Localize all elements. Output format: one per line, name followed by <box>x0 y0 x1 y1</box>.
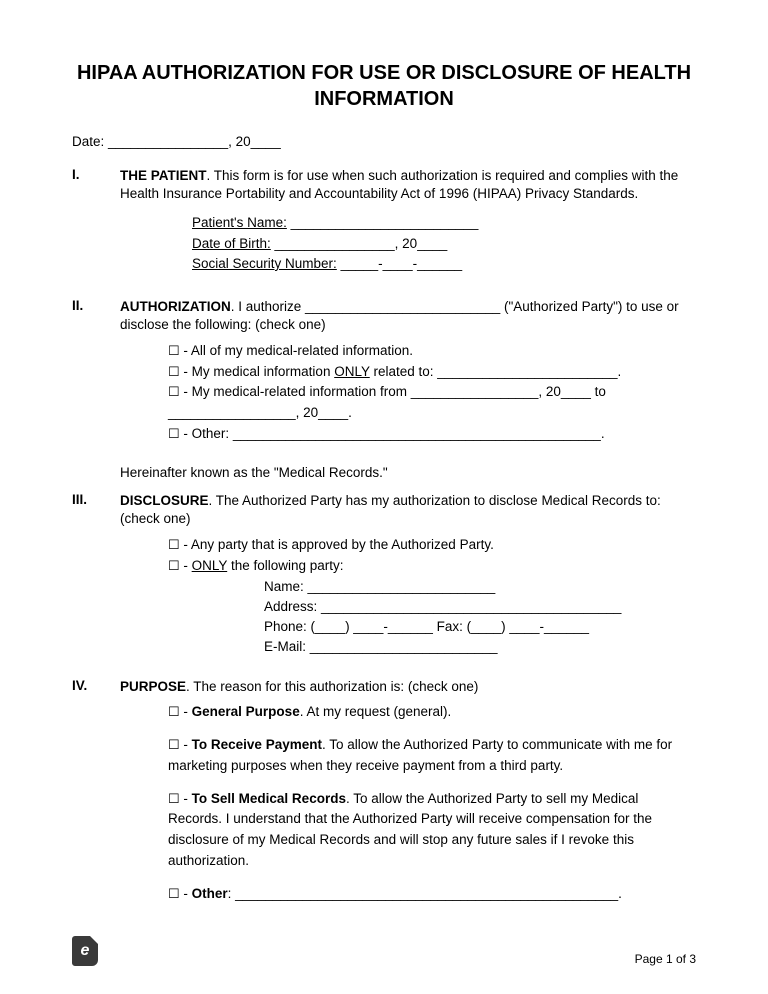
checkbox-icon[interactable]: ☐ <box>168 424 180 444</box>
document-page: HIPAA AUTHORIZATION FOR USE OR DISCLOSUR… <box>0 0 768 994</box>
party-address-field[interactable]: Address: _______________________________… <box>264 597 696 617</box>
checkbox-icon[interactable]: ☐ <box>168 535 180 555</box>
party-fields: Name: _________________________ Address:… <box>264 577 696 658</box>
section-patient: I. THE PATIENT. This form is for use whe… <box>72 167 696 284</box>
party-phone-field[interactable]: Phone: (____) ____-______ Fax: (____) __… <box>264 617 696 637</box>
disc-opt-1: - Any party that is approved by the Auth… <box>180 537 494 552</box>
purpose-4-head: Other <box>192 886 228 901</box>
section-2-head: AUTHORIZATION <box>120 299 231 314</box>
disclosure-options: ☐ - Any party that is approved by the Au… <box>168 535 696 658</box>
auth-opt-4[interactable]: - Other: _______________________________… <box>180 426 605 441</box>
purpose-4-text[interactable]: : ______________________________________… <box>228 886 622 901</box>
section-1-body: THE PATIENT. This form is for use when s… <box>120 167 696 284</box>
dob-label: Date of Birth: <box>192 236 271 251</box>
auth-opt-2a: - My medical information <box>180 364 335 379</box>
purpose-2-head: To Receive Payment <box>192 737 322 752</box>
purpose-options: ☐ - General Purpose. At my request (gene… <box>168 702 696 905</box>
patient-name-field[interactable]: _________________________ <box>287 215 478 230</box>
disc-opt-2-only: ONLY <box>192 558 228 573</box>
section-4-head: PURPOSE <box>120 679 186 694</box>
section-disclosure: III. DISCLOSURE. The Authorized Party ha… <box>72 492 696 663</box>
dob-field[interactable]: ________________, 20____ <box>271 236 447 251</box>
auth-opt-2b[interactable]: related to: ________________________. <box>370 364 621 379</box>
section-4-text: . The reason for this authorization is: … <box>186 679 478 694</box>
disc-opt-2b: the following party: <box>227 558 343 573</box>
checkbox-icon[interactable]: ☐ <box>168 382 180 402</box>
ssn-label: Social Security Number: <box>192 256 337 271</box>
roman-2: II. <box>72 298 120 451</box>
section-3-head: DISCLOSURE <box>120 493 209 508</box>
checkbox-icon[interactable]: ☐ <box>168 362 180 382</box>
purpose-3-head: To Sell Medical Records <box>192 791 346 806</box>
section-2-body: AUTHORIZATION. I authorize _____________… <box>120 298 696 451</box>
roman-1: I. <box>72 167 120 284</box>
checkbox-icon[interactable]: ☐ <box>168 556 180 576</box>
checkbox-icon[interactable]: ☐ <box>168 735 180 755</box>
auth-opt-2-only: ONLY <box>334 364 370 379</box>
document-title: HIPAA AUTHORIZATION FOR USE OR DISCLOSUR… <box>72 60 696 112</box>
hereinafter-text: Hereinafter known as the "Medical Record… <box>120 465 696 480</box>
section-1-head: THE PATIENT <box>120 168 207 183</box>
date-field[interactable]: Date: ________________, 20____ <box>72 134 696 149</box>
logo-icon: e <box>72 936 98 966</box>
roman-4: IV. <box>72 678 120 918</box>
section-authorization: II. AUTHORIZATION. I authorize _________… <box>72 298 696 451</box>
disc-opt-2a: - <box>180 558 192 573</box>
roman-3: III. <box>72 492 120 663</box>
checkbox-icon[interactable]: ☐ <box>168 702 180 722</box>
ssn-field[interactable]: _____-____-______ <box>337 256 462 271</box>
auth-opt-3[interactable]: - My medical-related information from __… <box>168 384 606 420</box>
section-3-body: DISCLOSURE. The Authorized Party has my … <box>120 492 696 663</box>
checkbox-icon[interactable]: ☐ <box>168 341 180 361</box>
patient-fields: Patient's Name: ________________________… <box>192 213 696 274</box>
party-name-field[interactable]: Name: _________________________ <box>264 577 696 597</box>
page-number: Page 1 of 3 <box>635 952 696 966</box>
checkbox-icon[interactable]: ☐ <box>168 789 180 809</box>
auth-opt-1: - All of my medical-related information. <box>180 343 413 358</box>
purpose-1-text: . At my request (general). <box>300 704 452 719</box>
page-footer: e Page 1 of 3 <box>72 936 696 966</box>
purpose-1-head: General Purpose <box>192 704 300 719</box>
checkbox-icon[interactable]: ☐ <box>168 884 180 904</box>
section-purpose: IV. PURPOSE. The reason for this authori… <box>72 678 696 918</box>
patient-name-label: Patient's Name: <box>192 215 287 230</box>
auth-options: ☐ - All of my medical-related informatio… <box>168 341 696 446</box>
party-email-field[interactable]: E-Mail: _________________________ <box>264 637 696 657</box>
section-4-body: PURPOSE. The reason for this authorizati… <box>120 678 696 918</box>
